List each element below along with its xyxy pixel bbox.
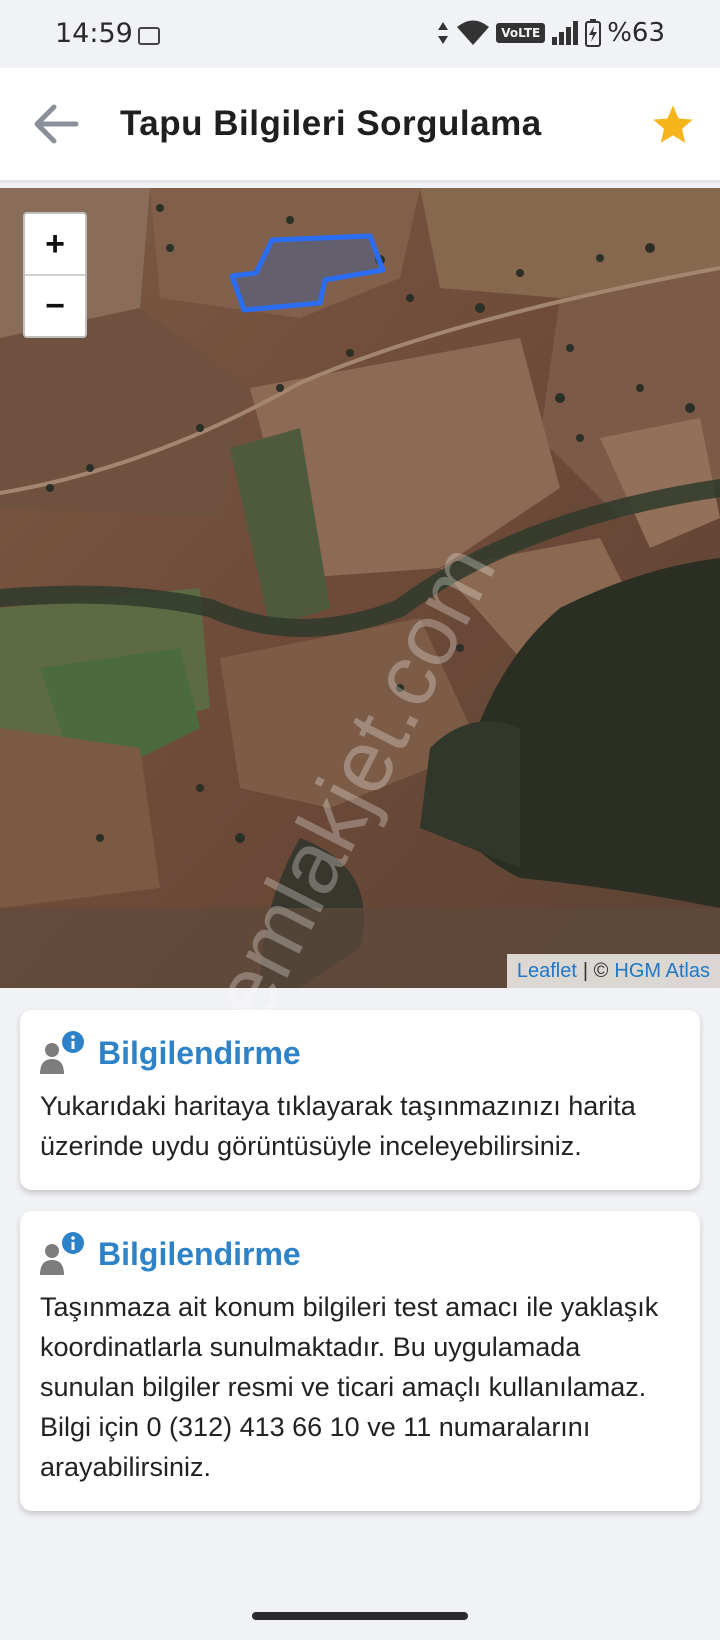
screen-record-icon [138, 27, 160, 45]
volte-badge: VoLTE [496, 23, 546, 43]
attribution-separator: | © [582, 959, 609, 982]
data-arrows-icon [438, 22, 449, 44]
info-card: Bilgilendirme Yukarıdaki haritaya tıklay… [20, 1010, 700, 1190]
status-icons: VoLTE %63 [436, 18, 665, 48]
back-button[interactable] [30, 98, 82, 150]
hgm-atlas-link[interactable]: HGM Atlas [614, 960, 710, 983]
satellite-imagery [0, 188, 720, 988]
zoom-in-button[interactable]: + [25, 214, 85, 274]
card-text: Taşınmaza ait konum bilgileri test amacı… [40, 1292, 659, 1482]
card-title: Bilgilendirme [98, 1235, 301, 1272]
signal-bars-icon [552, 21, 579, 45]
user-info-icon [40, 1232, 84, 1275]
arrow-left-icon [34, 104, 79, 144]
card-text: Yukarıdaki haritaya tıklayarak taşınmazı… [40, 1091, 636, 1161]
card-header: Bilgilendirme [40, 1231, 301, 1277]
wifi-icon [457, 20, 490, 45]
map-attribution: Leaflet | © HGM Atlas [506, 954, 720, 988]
zoom-out-button[interactable]: − [25, 274, 85, 336]
status-bar: 14:59 VoLTE %63 [0, 0, 720, 68]
info-card: Bilgilendirme Taşınmaza ait konum bilgil… [20, 1211, 700, 1511]
app-bar: Tapu Bilgileri Sorgulama [0, 68, 720, 183]
favorite-button[interactable] [650, 102, 696, 148]
battery-level: %63 [607, 18, 665, 48]
home-indicator[interactable] [252, 1612, 468, 1620]
leaflet-link[interactable]: Leaflet [517, 960, 577, 983]
user-info-icon [40, 1031, 84, 1074]
page-title: Tapu Bilgileri Sorgulama [120, 104, 542, 143]
battery-icon [585, 19, 602, 47]
zoom-control: + − [23, 212, 87, 338]
card-header: Bilgilendirme [40, 1030, 301, 1076]
star-icon [653, 105, 693, 143]
status-time: 14:59 [55, 18, 133, 49]
satellite-map[interactable]: + − Leaflet | © HGM Atlas [0, 188, 720, 988]
card-title: Bilgilendirme [98, 1034, 301, 1071]
